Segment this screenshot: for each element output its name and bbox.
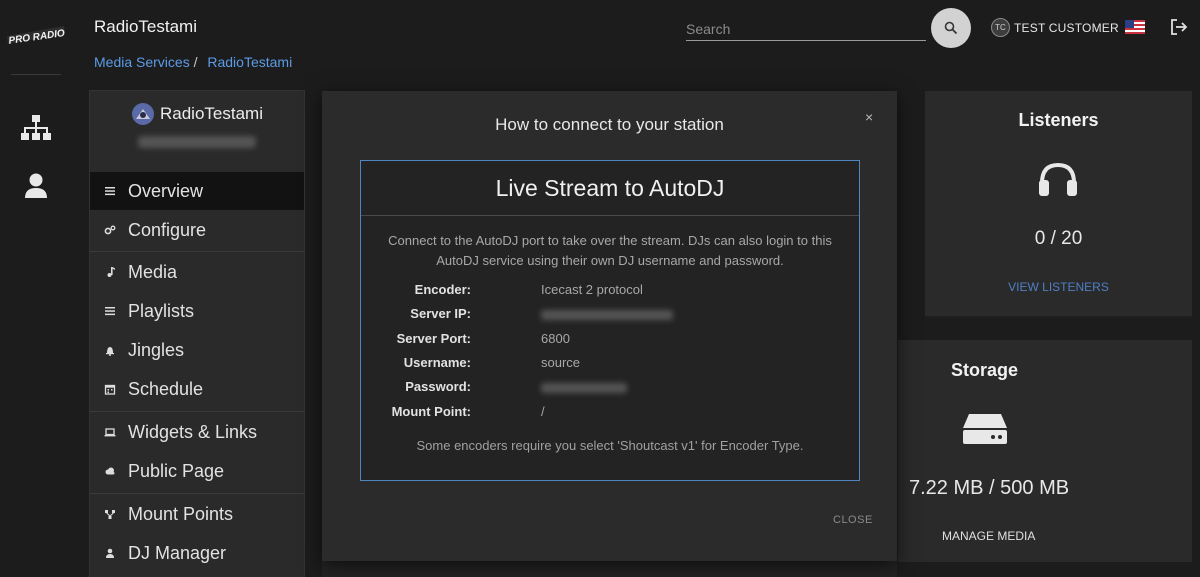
password-row: Password: [361, 379, 859, 399]
sidebar-station: RadioTestami [132, 103, 263, 125]
rail-divider [11, 74, 61, 75]
search-input[interactable] [686, 17, 926, 40]
page-title: RadioTestami [94, 17, 197, 36]
sidebar-item-label: Jingles [128, 339, 185, 360]
sidebar-item-overview[interactable]: Overview [90, 172, 304, 210]
listeners-count: 0 / 20 [1034, 228, 1083, 249]
us-flag-icon[interactable] [1125, 20, 1145, 34]
password-label: Password: [405, 379, 471, 394]
cloud-icon [105, 467, 115, 475]
sidebar-item-label: DJ Manager [128, 542, 227, 563]
username-row: Username: source [361, 355, 859, 375]
server-ip-row: Server IP: [361, 306, 859, 326]
mount-point-row: Mount Point: / [361, 404, 859, 424]
username-value: source [541, 355, 581, 370]
search-icon [944, 21, 958, 35]
sidebar-station-name: RadioTestami [160, 104, 263, 123]
storage-title: Storage [951, 360, 1019, 380]
manage-media-link[interactable]: MANAGE MEDIA [942, 529, 1035, 543]
station-id-redacted [138, 136, 256, 148]
server-port-label: Server Port: [396, 331, 471, 346]
encoder-value: Icecast 2 protocol [541, 282, 643, 297]
section-title: Live Stream to AutoDJ [361, 161, 859, 216]
user-menu[interactable]: TC TEST CUSTOMER [991, 18, 1119, 37]
calendar-icon [104, 384, 116, 395]
section-description: Connect to the AutoDJ port to take over … [388, 233, 832, 268]
encoder-label: Encoder: [414, 282, 471, 297]
autodj-info-panel: Live Stream to AutoDJ Connect to the Aut… [360, 160, 860, 481]
logout-icon[interactable] [1169, 17, 1189, 37]
list-icon [105, 187, 115, 196]
sidebar-item-public-page[interactable]: Public Page [90, 452, 304, 490]
breadcrumb-separator: / [193, 54, 198, 70]
view-listeners-link[interactable]: VIEW LISTENERS [925, 280, 1192, 294]
server-port-value: 6800 [541, 331, 570, 346]
server-port-row: Server Port: 6800 [361, 331, 859, 351]
redacted-value [541, 382, 627, 393]
station-avatar [132, 103, 154, 125]
storage-card: Storage 7.22 MB / 500 MB MANAGE MEDIA [898, 340, 1192, 562]
server-ip-value [541, 306, 673, 321]
list-icon [105, 307, 115, 316]
breadcrumb-media-services[interactable]: Media Services [94, 54, 190, 70]
encoder-row: Encoder: Icecast 2 protocol [361, 282, 859, 302]
redacted-value [541, 309, 673, 320]
sidebar-item-jingles[interactable]: Jingles [90, 331, 304, 369]
listeners-card: Listeners 0 / 20 VIEW LISTENERS [925, 91, 1192, 318]
sidebar-item-label: Configure [128, 219, 207, 240]
station-sidebar: RadioTestami Overview Configure Media Pl… [89, 90, 305, 577]
cogs-icon [104, 225, 116, 235]
sidebar-divider [90, 251, 304, 252]
sidebar-item-label: Media [128, 261, 178, 282]
username-label: Username: [403, 355, 471, 370]
close-icon[interactable]: × [865, 109, 873, 125]
sidebar-item-widgets-links[interactable]: Widgets & Links [90, 413, 304, 451]
storage-usage: 7.22 MB / 500 MB [909, 477, 1070, 499]
sidebar-divider [90, 493, 304, 494]
sidebar-divider [90, 411, 304, 412]
breadcrumb-current[interactable]: RadioTestami [207, 54, 292, 70]
sidebar-item-label: Public Page [128, 460, 225, 481]
close-button[interactable]: CLOSE [833, 514, 873, 526]
connect-modal: How to connect to your station × Live St… [322, 91, 897, 561]
sidebar-item-label: Mount Points [128, 503, 234, 524]
encoder-note: Some encoders require you select 'Shoutc… [416, 438, 804, 453]
server-ip-label: Server IP: [410, 306, 471, 321]
sidebar-item-mount-points[interactable]: Mount Points [90, 495, 304, 533]
user-name: TEST CUSTOMER [1014, 20, 1119, 35]
left-rail: PRO RADIO [0, 0, 72, 577]
mount-point-value: / [541, 404, 545, 419]
mount-point-label: Mount Point: [391, 404, 471, 419]
sidebar-item-label: Widgets & Links [128, 421, 258, 442]
sidebar-item-configure[interactable]: Configure [90, 211, 304, 249]
sidebar-item-label: Playlists [128, 300, 195, 321]
sidebar-item-playlists[interactable]: Playlists [90, 292, 304, 330]
sidebar-item-label: Schedule [128, 378, 204, 399]
password-value [541, 379, 627, 394]
sidebar-item-label: Overview [128, 180, 204, 201]
network-icon [105, 510, 115, 519]
bell-icon [106, 347, 114, 356]
pro-radio-logo[interactable]: PRO RADIO [4, 22, 68, 48]
breadcrumb: Media Services / RadioTestami [94, 54, 292, 70]
sidebar-item-dj-manager[interactable]: DJ Manager [90, 534, 304, 572]
headphones-icon [1039, 162, 1077, 196]
sidebar-item-media[interactable]: Media [90, 253, 304, 291]
sidebar-item-schedule[interactable]: Schedule [90, 370, 304, 408]
listeners-title: Listeners [1018, 110, 1099, 130]
modal-title: How to connect to your station [495, 115, 724, 134]
laptop-icon [104, 428, 116, 437]
music-note-icon [107, 267, 115, 277]
search-button[interactable] [931, 8, 971, 48]
avatar: TC [991, 18, 1010, 37]
user-icon[interactable] [20, 170, 52, 202]
search-field [686, 17, 926, 41]
person-icon [106, 548, 114, 558]
sitemap-icon[interactable] [20, 113, 52, 145]
hard-drive-icon [963, 414, 1007, 444]
